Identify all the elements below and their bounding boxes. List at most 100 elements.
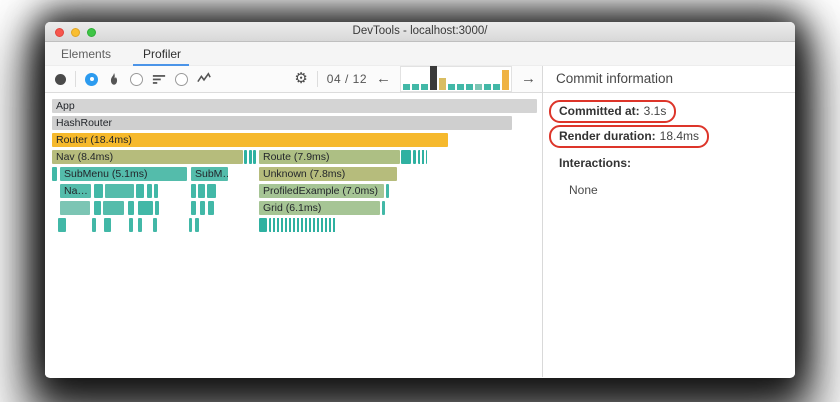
flame-bar[interactable] bbox=[154, 184, 158, 198]
close-button[interactable] bbox=[55, 27, 64, 37]
render-duration-value: 18.4ms bbox=[659, 129, 700, 143]
interactions-radio[interactable] bbox=[175, 72, 188, 86]
interactions-value: None bbox=[569, 183, 598, 197]
commit-info-title: Commit information bbox=[543, 66, 795, 93]
flame-bar[interactable] bbox=[105, 184, 134, 198]
settings-gear-icon[interactable]: ⚙ bbox=[294, 71, 307, 86]
flame-bar[interactable] bbox=[94, 184, 103, 198]
flame-bar[interactable] bbox=[189, 218, 192, 232]
ranked-chart-icon[interactable] bbox=[152, 72, 166, 86]
flame-bar[interactable] bbox=[207, 184, 216, 198]
flame-bar[interactable] bbox=[138, 201, 153, 215]
flame-bar[interactable] bbox=[382, 201, 385, 215]
prev-snapshot-button[interactable]: ← bbox=[376, 71, 391, 86]
snapshot-bar-8[interactable] bbox=[466, 84, 473, 90]
flame-bar-na[interactable]: Na… bbox=[60, 184, 91, 198]
snapshot-bar-3[interactable] bbox=[421, 84, 428, 90]
flame-bar[interactable] bbox=[191, 184, 196, 198]
flame-bar-router[interactable]: Router (18.4ms) bbox=[52, 133, 448, 147]
flame-bar[interactable] bbox=[401, 150, 411, 164]
flame-bar[interactable] bbox=[92, 218, 96, 232]
flame-bar[interactable] bbox=[153, 218, 157, 232]
committed-at-label: Committed at: bbox=[559, 104, 640, 118]
flame-bar[interactable] bbox=[259, 218, 267, 232]
window-title: DevTools - localhost:3000/ bbox=[352, 25, 488, 37]
flame-bar[interactable] bbox=[128, 201, 134, 215]
flame-bar[interactable] bbox=[103, 201, 124, 215]
toolbar-divider2 bbox=[316, 71, 318, 87]
zoom-button[interactable] bbox=[87, 27, 96, 37]
snapshot-bar-5[interactable] bbox=[439, 78, 446, 90]
commit-info-panel: Commit information Committed at: 3.1s Ren… bbox=[543, 66, 795, 377]
flame-row: Nav (8.4ms) Route (7.9ms) bbox=[52, 150, 542, 164]
flame-bar[interactable] bbox=[58, 218, 66, 232]
flame-bar[interactable] bbox=[195, 218, 199, 232]
main-split: ⚙ 04 / 12 ← → App HashRouter Router (18.4m… bbox=[45, 66, 795, 377]
flame-bar-nav[interactable]: Nav (8.4ms) bbox=[52, 150, 243, 164]
traffic-lights bbox=[55, 27, 96, 37]
flame-bar[interactable] bbox=[269, 218, 337, 232]
snapshot-bar-10[interactable] bbox=[484, 84, 491, 90]
flame-bar[interactable] bbox=[200, 201, 205, 215]
flame-bar[interactable] bbox=[155, 201, 159, 215]
flame-bar-hashrouter[interactable]: HashRouter bbox=[52, 116, 512, 130]
snapshot-bar-9[interactable] bbox=[475, 84, 482, 90]
snapshot-bar-7[interactable] bbox=[457, 84, 464, 90]
ranked-chart-radio[interactable] bbox=[130, 72, 143, 86]
flame-bar-submenu[interactable]: SubMenu (5.1ms) bbox=[60, 167, 187, 181]
interactions-icon[interactable] bbox=[197, 72, 211, 86]
screenshot-stage: DevTools - localhost:3000/ Elements Prof… bbox=[0, 0, 840, 402]
flame-bar[interactable] bbox=[208, 201, 214, 215]
tab-elements[interactable]: Elements bbox=[61, 47, 111, 61]
flame-chart-radio[interactable] bbox=[85, 72, 98, 86]
flame-bar[interactable] bbox=[386, 184, 389, 198]
interactions-label: Interactions: bbox=[559, 156, 632, 170]
flame-bar-app[interactable]: App bbox=[52, 99, 537, 113]
flame-bar[interactable] bbox=[138, 218, 142, 232]
flame-bar-unknown[interactable]: Unknown (7.8ms) bbox=[259, 167, 397, 181]
minimize-button[interactable] bbox=[71, 27, 80, 37]
flame-graph: App HashRouter Router (18.4ms) Nav (8.4ms) R… bbox=[45, 93, 542, 377]
snapshot-counter: 04 / 12 bbox=[326, 72, 367, 86]
snapshot-selector[interactable] bbox=[400, 66, 512, 92]
flame-row: HashRouter bbox=[52, 116, 542, 130]
snapshot-bar-2[interactable] bbox=[412, 84, 419, 90]
snapshot-bar-4-selected[interactable] bbox=[430, 66, 437, 90]
profiler-toolbar: ⚙ 04 / 12 ← → bbox=[45, 66, 542, 93]
flame-bar[interactable] bbox=[249, 150, 252, 164]
flame-bar[interactable] bbox=[136, 184, 144, 198]
flame-bar[interactable] bbox=[198, 184, 205, 198]
flame-bar-grid[interactable]: Grid (6.1ms) bbox=[259, 201, 380, 215]
next-snapshot-button[interactable]: → bbox=[521, 71, 536, 86]
flame-bar[interactable] bbox=[129, 218, 133, 232]
flame-bar[interactable] bbox=[191, 201, 196, 215]
flame-bar[interactable] bbox=[94, 201, 101, 215]
flame-bar[interactable] bbox=[253, 150, 256, 164]
flame-row: Na… ProfiledExample (7.0ms) bbox=[52, 184, 542, 198]
committed-at-value: 3.1s bbox=[643, 104, 667, 118]
render-duration-annotation-circle: Render duration: 18.4ms bbox=[549, 125, 710, 148]
flame-row: Router (18.4ms) bbox=[52, 133, 542, 147]
snapshot-bar-12[interactable] bbox=[502, 70, 509, 90]
flame-bar-route[interactable]: Route (7.9ms) bbox=[259, 150, 400, 164]
flame-bar[interactable] bbox=[413, 150, 416, 164]
flame-bar[interactable] bbox=[104, 218, 111, 232]
flame-bar[interactable] bbox=[52, 167, 57, 181]
snapshot-bar-6[interactable] bbox=[448, 84, 455, 90]
flame-bar[interactable] bbox=[147, 184, 152, 198]
snapshot-bar-11[interactable] bbox=[493, 84, 500, 90]
title-bar[interactable]: DevTools - localhost:3000/ bbox=[45, 22, 795, 42]
flame-bar-profiledexample[interactable]: ProfiledExample (7.0ms) bbox=[259, 184, 384, 198]
tab-profiler[interactable]: Profiler bbox=[133, 47, 190, 66]
record-button[interactable] bbox=[55, 73, 66, 85]
flame-icon[interactable] bbox=[107, 72, 121, 86]
render-duration-label: Render duration: bbox=[559, 129, 656, 143]
flame-bar[interactable] bbox=[244, 150, 247, 164]
flame-bar[interactable] bbox=[60, 201, 90, 215]
flame-bar[interactable] bbox=[418, 150, 427, 164]
profiler-panel: ⚙ 04 / 12 ← → App HashRouter Router (18.4m… bbox=[45, 66, 543, 377]
devtools-window: DevTools - localhost:3000/ Elements Prof… bbox=[45, 22, 795, 378]
snapshot-bar-1[interactable] bbox=[403, 84, 410, 90]
flame-bar-subm[interactable]: SubM… bbox=[191, 167, 228, 181]
committed-at-annotation-circle: Committed at: 3.1s bbox=[549, 100, 677, 123]
